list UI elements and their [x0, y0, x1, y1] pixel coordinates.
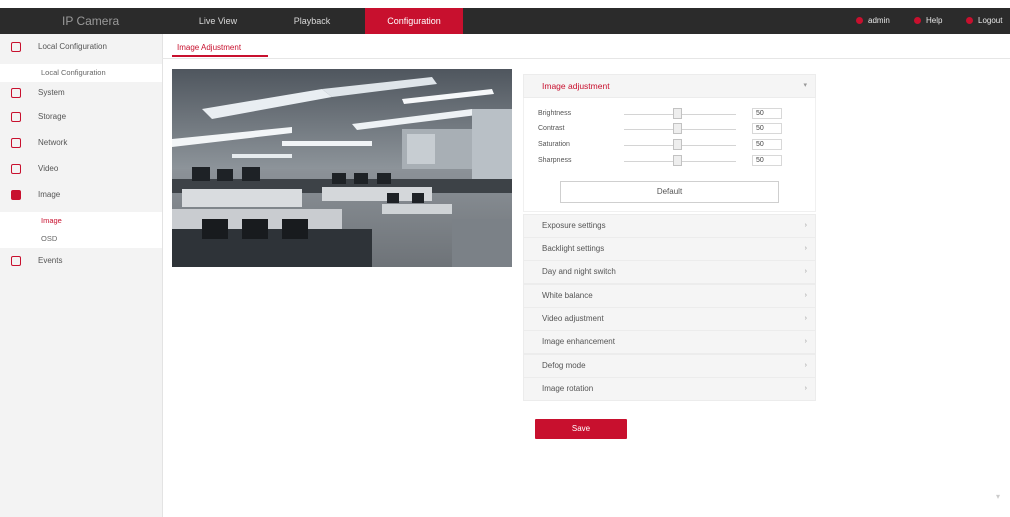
sidebar-item-label: System — [38, 88, 65, 97]
section-title: Exposure settings — [542, 221, 606, 230]
saturation-label: Saturation — [538, 141, 570, 148]
user-admin-link[interactable]: admin — [856, 8, 890, 34]
help-link[interactable]: Help — [914, 8, 942, 34]
image-adjustment-header[interactable]: Image adjustment ▾ — [523, 74, 816, 98]
nav-live-view[interactable]: Live View — [188, 8, 248, 34]
section-backlight-settings[interactable]: Backlight settings › — [523, 237, 816, 261]
nav-configuration[interactable]: Configuration — [365, 8, 463, 34]
section-defog-mode[interactable]: Defog mode › — [523, 354, 816, 378]
sidebar-subitem-image[interactable]: Image — [0, 212, 162, 230]
section-title: Defog mode — [542, 361, 586, 370]
sidebar-item-events[interactable]: Events — [0, 250, 162, 272]
sidebar-item-local-configuration[interactable]: Local Configuration — [0, 36, 162, 58]
logout-link[interactable]: Logout — [966, 8, 1002, 34]
saturation-slider-thumb[interactable] — [673, 139, 682, 150]
sidebar-item-system[interactable]: System — [0, 82, 162, 104]
help-label: Help — [926, 16, 943, 25]
section-title: White balance — [542, 291, 593, 300]
section-day-night-switch[interactable]: Day and night switch › — [523, 260, 816, 284]
sidebar-subitem-osd[interactable]: OSD — [0, 230, 162, 248]
section-image-rotation[interactable]: Image rotation › — [523, 377, 816, 401]
sidebar-item-label: Image — [38, 190, 61, 199]
section-white-balance[interactable]: White balance › — [523, 284, 816, 308]
network-icon — [11, 138, 21, 148]
tab-image-adjustment[interactable]: Image Adjustment — [172, 39, 268, 57]
sharpness-value-input[interactable]: 50 — [752, 155, 782, 166]
image-icon — [11, 190, 21, 200]
chevron-right-icon: › — [804, 315, 807, 322]
monitor-icon — [11, 42, 21, 52]
scroll-down-icon[interactable]: ▾ — [996, 492, 1000, 501]
user-icon — [856, 17, 863, 25]
default-button[interactable]: Default — [560, 181, 779, 203]
help-icon — [914, 17, 921, 25]
section-title: Image enhancement — [542, 337, 615, 346]
chevron-right-icon: › — [804, 338, 807, 345]
section-title: Video adjustment — [542, 314, 604, 323]
chevron-right-icon: › — [804, 268, 807, 275]
nav-playback[interactable]: Playback — [282, 8, 342, 34]
system-icon — [11, 88, 21, 98]
sidebar-item-network[interactable]: Network — [0, 132, 162, 154]
sidebar-item-label: Events — [38, 256, 63, 265]
sidebar-subitem-local-configuration[interactable]: Local Configuration — [0, 64, 162, 82]
section-title: Image rotation — [542, 384, 594, 393]
sidebar-subitem-label: OSD — [41, 234, 58, 243]
camera-preview-image — [172, 69, 512, 267]
sidebar-item-image[interactable]: Image — [0, 184, 162, 206]
top-navigation-bar: IP Camera Live View Playback Configurati… — [0, 8, 1010, 34]
section-title: Backlight settings — [542, 244, 605, 253]
video-icon — [11, 164, 21, 174]
tab-divider — [162, 58, 1010, 59]
sidebar-item-label: Storage — [38, 112, 67, 121]
sidebar-item-label: Video — [38, 164, 59, 173]
logout-label: Logout — [978, 16, 1003, 25]
contrast-value-input[interactable]: 50 — [752, 123, 782, 134]
user-name: admin — [868, 16, 890, 25]
sidebar-item-label: Network — [38, 138, 68, 147]
sidebar: Local Configuration Local Configuration … — [0, 34, 163, 517]
save-button[interactable]: Save — [535, 419, 627, 439]
chevron-right-icon: › — [804, 292, 807, 299]
sidebar-subitem-label: Local Configuration — [41, 68, 106, 77]
contrast-slider-thumb[interactable] — [673, 123, 682, 134]
chevron-right-icon: › — [804, 362, 807, 369]
saturation-value-input[interactable]: 50 — [752, 139, 782, 150]
events-icon — [11, 256, 21, 266]
brand-title: IP Camera — [62, 14, 120, 28]
camera-preview — [172, 69, 512, 267]
panel-title: Image adjustment — [542, 81, 610, 91]
sidebar-item-label: Local Configuration — [38, 42, 107, 51]
chevron-right-icon: › — [804, 245, 807, 252]
brightness-label: Brightness — [538, 110, 572, 117]
sharpness-slider-thumb[interactable] — [673, 155, 682, 166]
logout-icon — [966, 17, 973, 25]
chevron-right-icon: › — [804, 222, 807, 229]
sidebar-subitem-label: Image — [41, 216, 62, 225]
section-exposure-settings[interactable]: Exposure settings › — [523, 214, 816, 238]
section-video-adjustment[interactable]: Video adjustment › — [523, 307, 816, 331]
brightness-value-input[interactable]: 50 — [752, 108, 782, 119]
chevron-right-icon: › — [804, 385, 807, 392]
sharpness-label: Sharpness — [538, 157, 572, 164]
sidebar-item-video[interactable]: Video — [0, 158, 162, 180]
sidebar-item-storage[interactable]: Storage — [0, 106, 162, 128]
brightness-slider-thumb[interactable] — [673, 108, 682, 119]
section-image-enhancement[interactable]: Image enhancement › — [523, 330, 816, 354]
chevron-down-icon: ▾ — [803, 82, 807, 89]
section-title: Day and night switch — [542, 267, 616, 276]
storage-icon — [11, 112, 21, 122]
contrast-label: Contrast — [538, 125, 565, 132]
